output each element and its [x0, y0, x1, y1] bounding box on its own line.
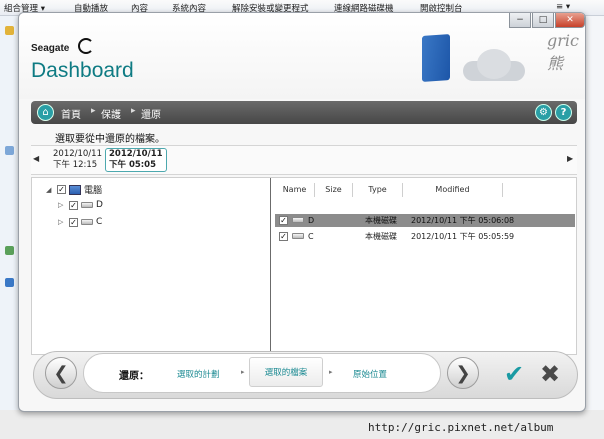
favorites-star-icon — [5, 26, 14, 35]
column-header-type[interactable]: Type — [353, 183, 403, 197]
home-icon[interactable]: ⌂ — [37, 104, 54, 121]
wizard-step-files[interactable]: 選取的檔案 — [249, 357, 323, 387]
checkbox[interactable]: ✓ — [69, 217, 78, 227]
checkbox[interactable]: ✓ — [279, 216, 288, 225]
app-title: Dashboard — [31, 59, 134, 82]
drive-icon — [81, 219, 93, 225]
instruction-text: 選取要從中還原的檔案。 — [55, 134, 165, 145]
backup-timeline: ◀ 2012/10/11 下午 12:15 2012/10/11 下午 05:0… — [31, 145, 577, 175]
snapshot-date: 2012/10/11 — [53, 149, 102, 159]
computer-icon — [69, 184, 81, 195]
gear-icon[interactable]: ⚙ — [535, 104, 552, 121]
timeline-snapshot-selected[interactable]: 2012/10/11 下午 05:05 — [105, 148, 167, 172]
tree-label: D — [96, 200, 103, 210]
table-row[interactable]: ✓ D 本機磁碟 2012/10/11 下午 05:06:08 — [275, 214, 575, 227]
timeline-next-icon[interactable]: ▶ — [567, 154, 573, 163]
tree-node-drive[interactable]: ▷ ✓ C — [58, 217, 102, 227]
column-header-size[interactable]: Size — [315, 183, 353, 197]
external-drive-icon — [422, 34, 450, 82]
seagate-brand: Seagate — [31, 43, 70, 54]
pane-divider[interactable] — [270, 178, 271, 354]
file-type: 本機磁碟 — [365, 232, 397, 241]
column-header-modified[interactable]: Modified — [403, 183, 503, 197]
window-controls: − □ ✕ — [509, 13, 585, 29]
snapshot-time: 下午 12:15 — [53, 160, 98, 170]
drive-icon — [292, 217, 304, 223]
network-icon — [5, 246, 14, 255]
watermark-url: http://gric.pixnet.net/album — [368, 421, 554, 434]
help-icon[interactable]: ? — [555, 104, 572, 121]
library-icon — [5, 146, 14, 155]
drive-icon — [81, 202, 93, 208]
cancel-button[interactable]: ✖ — [535, 359, 565, 389]
tree-label: C — [96, 217, 103, 227]
checkbox[interactable]: ✓ — [279, 232, 288, 241]
breadcrumb-restore: 還原 — [141, 110, 161, 121]
computer-icon — [5, 278, 14, 287]
dialog-header: Seagate Dashboard − □ ✕ gric 熊 — [19, 13, 585, 99]
file-modified: 2012/10/11 下午 05:05:59 — [411, 232, 515, 241]
drive-icon — [292, 233, 304, 239]
watermark-logo: gric 熊 — [547, 31, 579, 73]
confirm-button[interactable]: ✔ — [499, 359, 529, 389]
breadcrumb-separator: ▸ — [131, 106, 136, 116]
minimize-button[interactable]: − — [509, 13, 531, 28]
dashboard-dialog: Seagate Dashboard − □ ✕ gric 熊 ⌂ 首頁 ▸ 保護… — [18, 12, 586, 412]
checkbox[interactable]: ✓ — [57, 185, 66, 194]
collapse-icon[interactable]: ◢ — [46, 186, 54, 194]
expand-icon[interactable]: ▷ — [58, 201, 66, 209]
explorer-right-pane — [584, 16, 604, 416]
back-button[interactable]: ❮ — [45, 357, 77, 389]
view-menu-icon[interactable]: ≡ ▾ — [556, 2, 570, 12]
step-separator: ▸ — [329, 368, 333, 376]
tree-node-drive[interactable]: ▷ ✓ D — [58, 200, 103, 210]
tree-node-computer[interactable]: ◢ ✓ 電腦 — [46, 183, 102, 196]
restore-panes: ◢ ✓ 電腦 ▷ ✓ D ▷ ✓ C Name Size Type Modifi… — [31, 177, 577, 355]
wizard-step-plan[interactable]: 選取的計劃 — [177, 368, 220, 380]
step-separator: ▸ — [241, 368, 245, 376]
explorer-sidebar — [0, 16, 20, 416]
wizard-step-location[interactable]: 原始位置 — [353, 368, 387, 380]
file-type: 本機磁碟 — [365, 216, 397, 225]
checkbox[interactable]: ✓ — [69, 200, 78, 210]
snapshot-time: 下午 05:05 — [109, 160, 157, 170]
file-modified: 2012/10/11 下午 05:06:08 — [411, 216, 515, 225]
tree-label: 電腦 — [84, 186, 103, 196]
breadcrumb-separator: ▸ — [91, 106, 96, 116]
breadcrumb-bar: ⌂ 首頁 ▸ 保護 ▸ 還原 ⚙ ? — [31, 101, 577, 124]
breadcrumb-home[interactable]: 首頁 — [61, 106, 81, 121]
column-header-name[interactable]: Name — [275, 183, 315, 197]
wizard-label: 還原： — [119, 371, 149, 382]
timeline-snapshot[interactable]: 2012/10/11 下午 12:15 — [53, 149, 102, 171]
forward-button[interactable]: ❯ — [447, 357, 479, 389]
file-name: C — [308, 232, 314, 241]
expand-icon[interactable]: ▷ — [58, 218, 66, 226]
file-name: D — [308, 216, 315, 225]
table-row[interactable]: ✓ C 本機磁碟 2012/10/11 下午 05:05:59 — [275, 230, 575, 243]
snapshot-date: 2012/10/11 — [109, 149, 163, 159]
seagate-logo-icon — [78, 38, 94, 54]
breadcrumb-protect[interactable]: 保護 — [101, 106, 121, 121]
close-button[interactable]: ✕ — [555, 13, 585, 28]
timeline-prev-icon[interactable]: ◀ — [33, 154, 39, 163]
cloud-icon — [463, 49, 525, 81]
maximize-button[interactable]: □ — [532, 13, 554, 28]
